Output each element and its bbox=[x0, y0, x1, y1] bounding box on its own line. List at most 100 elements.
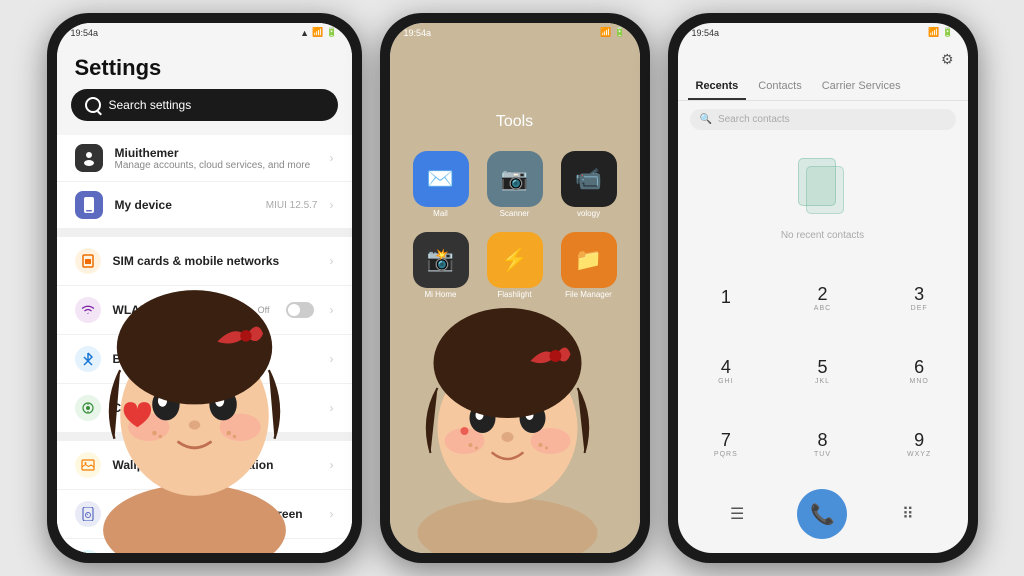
mydevice-version: MIUI 12.5.7 bbox=[266, 200, 318, 211]
settings-item-mydevice[interactable]: My device MIUI 12.5.7 › bbox=[57, 182, 352, 229]
app-icon-flashlight: ⚡ bbox=[487, 232, 543, 288]
divider-1 bbox=[57, 229, 352, 237]
no-contacts-text: No recent contacts bbox=[781, 230, 864, 241]
wallpaper-text: Wallpaper & personalisation bbox=[113, 458, 318, 472]
app-slot-vology[interactable]: 📹 vology bbox=[559, 151, 619, 218]
mydevice-title: My device bbox=[115, 198, 254, 212]
aod-text: Always-on display & Lock screen bbox=[113, 507, 318, 521]
wlan-icon bbox=[75, 297, 101, 323]
status-bar-left: 19:54a ▲ 📶 🔋 bbox=[57, 23, 352, 40]
sim-title: SIM cards & mobile networks bbox=[113, 254, 318, 268]
app-icon-vology: 📹 bbox=[561, 151, 617, 207]
miuithemer-sub: Manage accounts, cloud services, and mor… bbox=[115, 160, 318, 171]
mydevice-text: My device bbox=[115, 198, 254, 212]
app-icon-filemanager: 📁 bbox=[561, 232, 617, 288]
bluetooth-chevron: › bbox=[330, 352, 334, 366]
status-bar-right: 19:54a 📶 🔋 bbox=[678, 23, 968, 40]
wallpaper-icon bbox=[75, 452, 101, 478]
aod-icon bbox=[75, 501, 101, 527]
miuithemer-title: Miuithemer bbox=[115, 146, 318, 160]
tab-carrier-services[interactable]: Carrier Services bbox=[814, 74, 909, 100]
search-icon-right: 🔍 bbox=[700, 114, 712, 125]
mydevice-chevron: › bbox=[330, 198, 334, 212]
key-1[interactable]: 1 bbox=[678, 261, 775, 334]
settings-item-connection[interactable]: Connection & sharing › bbox=[57, 384, 352, 433]
aod-chevron: › bbox=[330, 507, 334, 521]
status-icons-right: 📶 🔋 bbox=[928, 27, 953, 38]
sim-chevron: › bbox=[330, 254, 334, 268]
key-9[interactable]: 9WXYZ bbox=[871, 408, 968, 481]
key-dialpad[interactable]: ⠿ bbox=[889, 495, 927, 533]
middle-phone: 19:54a 📶 🔋 Tools ✉️ Mail 📷 Scanner bbox=[380, 13, 650, 563]
app-label-filemanager: File Manager bbox=[565, 290, 612, 299]
app-icon-mihome: 📸 bbox=[413, 232, 469, 288]
middle-screen: 19:54a 📶 🔋 Tools ✉️ Mail 📷 Scanner bbox=[390, 23, 640, 553]
wlan-text: WLAN bbox=[113, 303, 246, 317]
display-icon bbox=[75, 550, 101, 553]
key-2[interactable]: 2ABC bbox=[774, 261, 871, 334]
search-bar[interactable]: Search settings bbox=[71, 89, 338, 121]
app-label-mihome: Mi Home bbox=[424, 290, 456, 299]
miuithemer-chevron: › bbox=[330, 151, 334, 165]
keypad: 1 2ABC 3DEF 4GHI 5JKL 6MNO 7PQRS 8TUV 9W… bbox=[678, 261, 968, 481]
key-5[interactable]: 5JKL bbox=[774, 334, 871, 407]
key-menu[interactable]: ☰ bbox=[718, 495, 756, 533]
call-button[interactable]: 📞 bbox=[797, 489, 847, 539]
status-icons-left: ▲ 📶 🔋 bbox=[300, 27, 337, 38]
app-slot-filemanager[interactable]: 📁 File Manager bbox=[559, 232, 619, 299]
no-contacts-area: No recent contacts bbox=[678, 138, 968, 261]
app-slot-mail[interactable]: ✉️ Mail bbox=[411, 151, 471, 218]
right-phone: 19:54a 📶 🔋 ⚙ Recents Contacts Carrier Se… bbox=[668, 13, 978, 563]
sim-icon bbox=[75, 248, 101, 274]
app-label-flashlight: Flashlight bbox=[497, 290, 531, 299]
wlan-title: WLAN bbox=[113, 303, 246, 317]
key-3[interactable]: 3DEF bbox=[871, 261, 968, 334]
settings-item-sim[interactable]: SIM cards & mobile networks › bbox=[57, 237, 352, 286]
tab-contacts[interactable]: Contacts bbox=[750, 74, 809, 100]
dialer-screen: 19:54a 📶 🔋 ⚙ Recents Contacts Carrier Se… bbox=[678, 23, 968, 553]
time-right: 19:54a bbox=[692, 28, 720, 38]
settings-item-aod[interactable]: Always-on display & Lock screen › bbox=[57, 490, 352, 539]
divider-2 bbox=[57, 433, 352, 441]
wallpaper-title: Wallpaper & personalisation bbox=[113, 458, 318, 472]
gear-icon[interactable]: ⚙ bbox=[941, 51, 954, 68]
key-7[interactable]: 7PQRS bbox=[678, 408, 775, 481]
bluetooth-icon bbox=[75, 346, 101, 372]
dialer-search-bar[interactable]: 🔍 Search contacts bbox=[690, 109, 956, 130]
time-left: 19:54a bbox=[71, 28, 99, 38]
app-label-scanner: Scanner bbox=[500, 209, 530, 218]
mydevice-icon bbox=[75, 191, 103, 219]
settings-item-miuithemer[interactable]: Miuithemer Manage accounts, cloud servic… bbox=[57, 135, 352, 182]
dialer-tabs: Recents Contacts Carrier Services bbox=[678, 74, 968, 101]
app-slot-mihome[interactable]: 📸 Mi Home bbox=[411, 232, 471, 299]
time-middle: 19:54a bbox=[404, 28, 432, 38]
connection-chevron: › bbox=[330, 401, 334, 415]
miuithemer-text: Miuithemer Manage accounts, cloud servic… bbox=[115, 146, 318, 171]
app-slot-scanner[interactable]: 📷 Scanner bbox=[485, 151, 545, 218]
app-label-vology: vology bbox=[577, 209, 600, 218]
folder-label: Tools bbox=[496, 113, 533, 131]
connection-title: Connection & sharing bbox=[113, 401, 318, 415]
key-6[interactable]: 6MNO bbox=[871, 334, 968, 407]
wlan-toggle-label: Off bbox=[258, 305, 270, 315]
app-grid: ✉️ Mail 📷 Scanner 📹 vology 📸 Mi Home bbox=[391, 151, 639, 299]
app-icon-scanner: 📷 bbox=[487, 151, 543, 207]
status-icons-middle: 📶 🔋 bbox=[600, 27, 625, 38]
bluetooth-title: Bluetooth bbox=[113, 352, 318, 366]
aod-title: Always-on display & Lock screen bbox=[113, 507, 318, 521]
key-8[interactable]: 8TUV bbox=[774, 408, 871, 481]
bluetooth-text: Bluetooth bbox=[113, 352, 318, 366]
contact-cards-icon bbox=[798, 158, 848, 216]
tab-recents[interactable]: Recents bbox=[688, 74, 747, 100]
settings-item-display[interactable]: Display › bbox=[57, 539, 352, 553]
search-placeholder: Search contacts bbox=[718, 114, 790, 125]
app-label-mail: Mail bbox=[433, 209, 448, 218]
settings-item-bluetooth[interactable]: Bluetooth › bbox=[57, 335, 352, 384]
search-icon bbox=[85, 97, 101, 113]
settings-item-wlan[interactable]: WLAN Off › bbox=[57, 286, 352, 335]
settings-item-wallpaper[interactable]: Wallpaper & personalisation › bbox=[57, 441, 352, 490]
app-slot-flashlight[interactable]: ⚡ Flashlight bbox=[485, 232, 545, 299]
app-icon-mail: ✉️ bbox=[413, 151, 469, 207]
key-4[interactable]: 4GHI bbox=[678, 334, 775, 407]
wlan-toggle[interactable] bbox=[286, 302, 314, 318]
